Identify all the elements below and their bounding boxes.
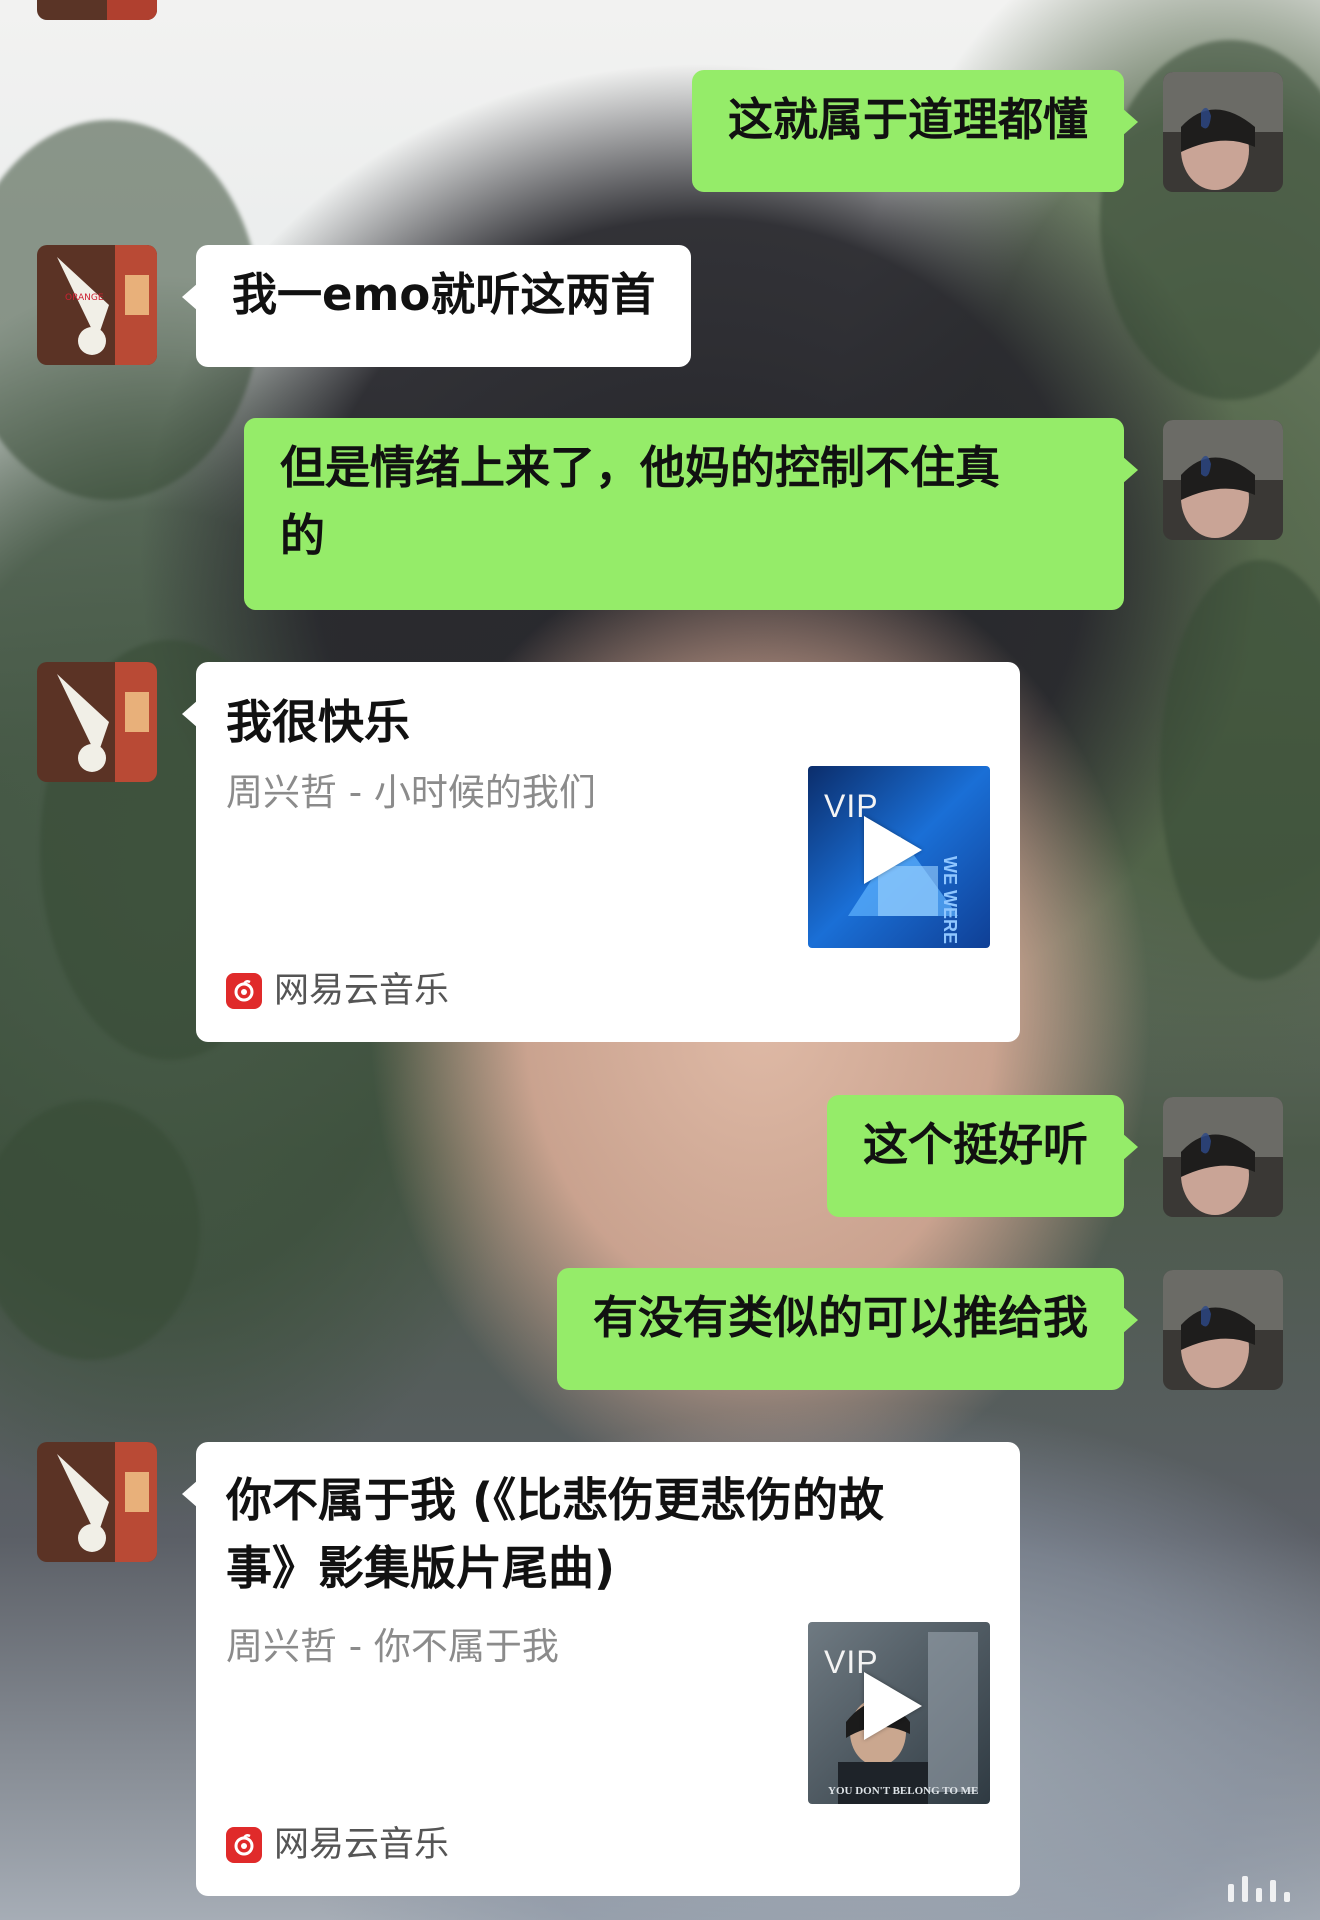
message-text: 这就属于道理都懂: [727, 93, 1088, 146]
message-text-line: 但是情绪上来了，他妈的控制不住真: [280, 441, 1001, 494]
contact-avatar-partial[interactable]: [37, 0, 157, 20]
my-avatar[interactable]: [1163, 1270, 1283, 1390]
sent-message-bubble[interactable]: 但是情绪上来了，他妈的控制不住真 的: [244, 418, 1138, 610]
message-text: 这个挺好听: [862, 1118, 1088, 1171]
song-title-line: 你不属于我 (《比悲伤更悲伤的故: [226, 1473, 885, 1527]
song-artist-album: 周兴哲 - 小时候的我们: [226, 771, 596, 814]
netease-music-icon: [226, 1827, 262, 1863]
source-label: 网易云音乐: [274, 971, 450, 1011]
play-icon[interactable]: [864, 816, 922, 884]
received-message-bubble[interactable]: 我一emo就听这两首: [181, 245, 692, 367]
my-avatar[interactable]: [1163, 1097, 1283, 1217]
source-label: 网易云音乐: [274, 1825, 450, 1865]
album-cover[interactable]: YOU DON'T BELONG TO ME VIP: [808, 1622, 990, 1804]
netease-music-icon: [226, 973, 262, 1009]
my-avatar[interactable]: [1163, 72, 1283, 192]
watermark-bars-icon: [1228, 1876, 1290, 1902]
sent-message-bubble[interactable]: 这就属于道理都懂: [691, 70, 1139, 192]
contact-avatar[interactable]: [37, 1442, 157, 1562]
song-title: 你不属于我 (《比悲伤更悲伤的故 事》影集版片尾曲): [226, 1466, 990, 1602]
message-text-line: 的: [280, 509, 326, 562]
album-cover[interactable]: WE WERE YOUNG VIP: [808, 766, 990, 948]
song-title-line: 事》影集版片尾曲): [226, 1541, 616, 1595]
contact-avatar[interactable]: ORANGE: [37, 245, 157, 365]
contact-avatar[interactable]: [37, 662, 157, 782]
message-text: 我一emo就听这两首: [232, 268, 656, 321]
music-card[interactable]: 我很快乐 周兴哲 - 小时候的我们 WE WERE YOUNG VIP 网易云音…: [182, 662, 1020, 1042]
music-card[interactable]: 你不属于我 (《比悲伤更悲伤的故 事》影集版片尾曲) 周兴哲 - 你不属于我 Y…: [182, 1442, 1020, 1896]
music-source: 网易云音乐: [226, 1823, 449, 1867]
svg-text:ORANGE: ORANGE: [65, 293, 104, 303]
message-text: 有没有类似的可以推给我: [592, 1291, 1088, 1344]
sent-message-bubble[interactable]: 这个挺好听: [826, 1095, 1139, 1217]
play-icon[interactable]: [864, 1672, 922, 1740]
cover-text: WE WERE YOUNG: [940, 856, 960, 948]
sent-message-bubble[interactable]: 有没有类似的可以推给我: [556, 1268, 1139, 1390]
song-artist-album: 周兴哲 - 你不属于我: [226, 1625, 559, 1668]
song-title: 我很快乐: [226, 695, 410, 749]
cover-text: YOU DON'T BELONG TO ME: [828, 1785, 978, 1797]
music-source: 网易云音乐: [226, 969, 449, 1013]
my-avatar[interactable]: [1163, 420, 1283, 540]
